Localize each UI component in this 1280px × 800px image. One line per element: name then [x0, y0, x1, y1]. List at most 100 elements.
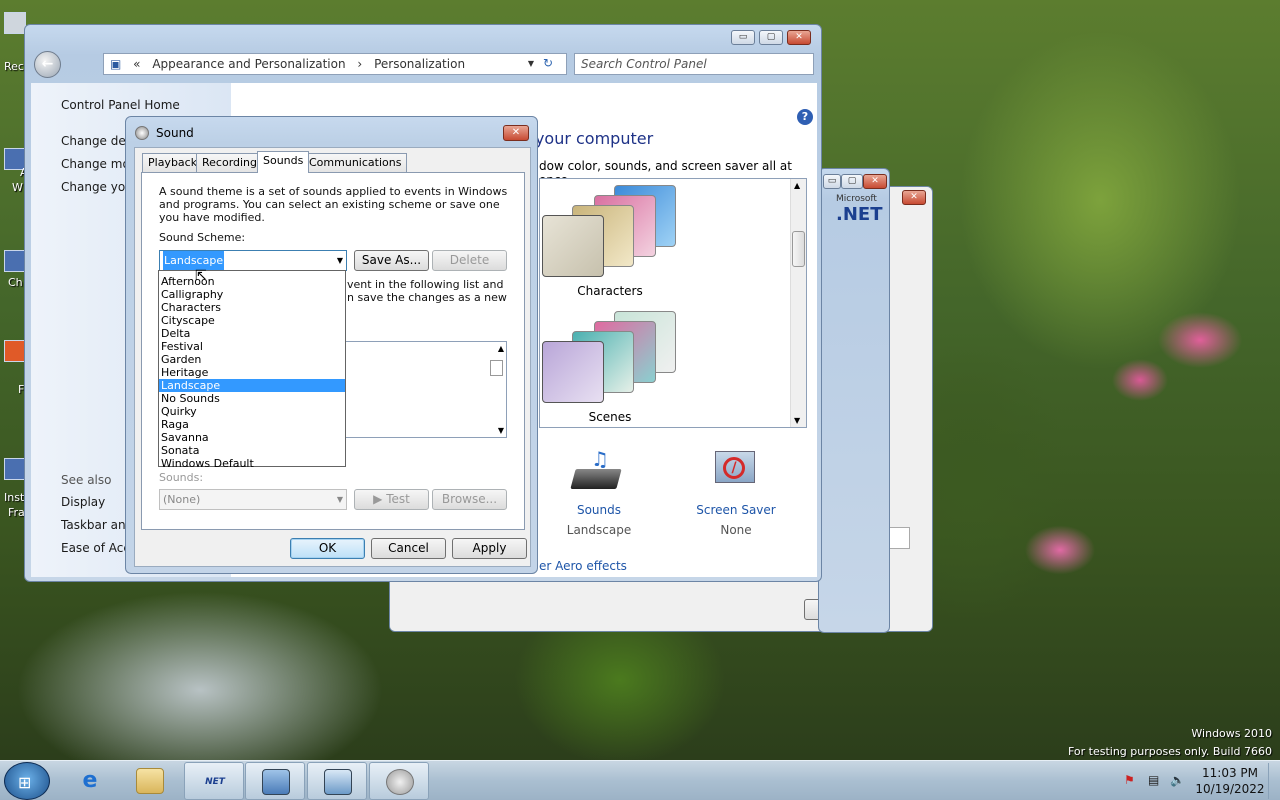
sound-scheme-select[interactable]: Landscape ▼	[159, 250, 347, 271]
list-item[interactable]: Windows Default	[159, 457, 345, 470]
sounds-value: Landscape	[566, 523, 632, 537]
desktop-icon-label: Ch	[8, 276, 23, 289]
close-icon[interactable]: ✕	[787, 30, 811, 45]
list-item-selected[interactable]: Landscape	[159, 379, 345, 392]
volume-icon[interactable]: 🔈	[1170, 773, 1185, 787]
list-item[interactable]: Quirky	[159, 405, 345, 418]
help-icon[interactable]: ?	[797, 109, 813, 125]
list-item[interactable]: Festival	[159, 340, 345, 353]
sidebar-link-home[interactable]: Control Panel Home	[61, 98, 180, 112]
system-clock[interactable]: 11:03 PM 10/19/2022	[1184, 765, 1276, 797]
close-icon[interactable]: ✕	[863, 174, 887, 189]
scrollbar-thumb[interactable]	[490, 360, 503, 376]
windows-logo-icon: ⊞	[18, 773, 32, 792]
start-button[interactable]: ⊞	[4, 762, 50, 800]
screen-saver-link[interactable]: Screen Saver	[691, 503, 781, 517]
chevron-down-icon[interactable]: ▼	[528, 54, 534, 74]
sound-file-value: (None)	[163, 493, 201, 506]
control-panel-icon	[324, 769, 352, 795]
sounds-label: Sounds:	[159, 471, 204, 484]
show-desktop-button[interactable]	[1268, 763, 1278, 799]
tab-communications[interactable]: Communications	[303, 153, 408, 172]
desktop-icon-label: Inst	[4, 491, 25, 504]
maximize-icon[interactable]: ▢	[759, 30, 783, 45]
tab-sounds[interactable]: Sounds	[257, 151, 310, 173]
breadcrumb-separator: «	[133, 57, 141, 71]
see-also-taskbar[interactable]: Taskbar and	[61, 518, 133, 532]
control-panel-icon: ▣	[110, 57, 122, 71]
taskbar-dotnet[interactable]: NET	[184, 762, 244, 800]
firefox-icon[interactable]	[4, 340, 26, 362]
sidebar-link-account-picture[interactable]: Change you	[61, 180, 133, 194]
theme-scrollbar[interactable]: ▲ ▼	[790, 179, 806, 427]
sound-file-select[interactable]: (None) ▼	[159, 489, 347, 510]
theme-name[interactable]: Characters	[540, 284, 680, 298]
browse-button[interactable]: Browse...	[432, 489, 507, 510]
address-bar[interactable]: ▣ « Appearance and Personalization › Per…	[103, 53, 567, 75]
screen-saver-icon[interactable]: /	[711, 447, 763, 499]
list-item[interactable]: Afternoon	[159, 275, 345, 288]
tab-recording[interactable]: Recording	[196, 153, 264, 172]
chevron-down-icon[interactable]: ▼	[337, 251, 343, 270]
minimize-icon[interactable]: ▭	[731, 30, 755, 45]
aero-effects-link[interactable]: er Aero effects	[539, 559, 627, 573]
installer-icon[interactable]	[4, 458, 26, 480]
back-arrow-icon[interactable]: ←	[34, 51, 61, 78]
theme-name[interactable]: Scenes	[540, 410, 680, 424]
cancel-button[interactable]: Cancel	[371, 538, 446, 559]
close-icon[interactable]: ✕	[503, 125, 529, 141]
list-item[interactable]: Cityscape	[159, 314, 345, 327]
scroll-down-icon[interactable]: ▼	[794, 416, 800, 425]
chevron-down-icon[interactable]: ▼	[337, 490, 343, 509]
refresh-icon[interactable]: ↻	[543, 56, 553, 70]
sounds-link[interactable]: Sounds	[559, 503, 639, 517]
list-item[interactable]: Calligraphy	[159, 288, 345, 301]
folder-icon	[136, 768, 164, 794]
network-icon[interactable]: ▤	[1148, 773, 1159, 787]
recycle-bin-icon[interactable]	[4, 12, 26, 34]
see-also-display[interactable]: Display	[61, 495, 105, 509]
ok-button[interactable]: OK	[290, 538, 365, 559]
breadcrumb-separator[interactable]: ›	[357, 57, 362, 71]
save-as-button[interactable]: Save As...	[354, 250, 429, 271]
list-item[interactable]: Heritage	[159, 366, 345, 379]
list-item[interactable]: No Sounds	[159, 392, 345, 405]
taskbar-explorer[interactable]	[120, 762, 180, 800]
test-button[interactable]: ▶ Test	[354, 489, 429, 510]
list-item[interactable]: Savanna	[159, 431, 345, 444]
scrollbar-thumb[interactable]	[792, 231, 805, 267]
theme-list[interactable]: Characters Scenes ▲ ▼	[539, 178, 807, 428]
list-item[interactable]: Raga	[159, 418, 345, 431]
search-input[interactable]: Search Control Panel	[574, 53, 814, 75]
scroll-down-icon[interactable]: ▼	[498, 426, 504, 435]
sound-scheme-label: Sound Scheme:	[159, 231, 246, 244]
taskbar-sound[interactable]	[369, 762, 429, 800]
sound-scheme-dropdown[interactable]: Afternoon Calligraphy Characters Citysca…	[158, 270, 346, 470]
mouse-cursor-icon: ⇱	[195, 268, 207, 284]
theme-item-scenes[interactable]	[542, 311, 676, 406]
shortcut-icon[interactable]	[4, 250, 26, 272]
list-item[interactable]: Characters	[159, 301, 345, 314]
taskbar-control-panel[interactable]	[307, 762, 367, 800]
list-item[interactable]: Garden	[159, 353, 345, 366]
monitor-icon	[262, 769, 290, 795]
intro-text: A sound theme is a set of sounds applied…	[159, 185, 508, 224]
taskbar-personalization[interactable]	[245, 762, 305, 800]
minimize-icon[interactable]: ▭	[823, 174, 841, 189]
apply-button[interactable]: Apply	[452, 538, 527, 559]
action-center-icon[interactable]: ⚑	[1124, 773, 1135, 787]
list-item[interactable]: Delta	[159, 327, 345, 340]
scroll-up-icon[interactable]: ▲	[498, 344, 504, 353]
taskbar-internet-explorer[interactable]: e	[60, 762, 120, 800]
tab-playback[interactable]: Playback	[142, 153, 204, 172]
instructions-text: n save the changes as a new	[347, 291, 507, 304]
breadcrumb-appearance[interactable]: Appearance and Personalization	[152, 57, 345, 71]
maximize-icon[interactable]: ▢	[841, 174, 863, 189]
scroll-up-icon[interactable]: ▲	[794, 181, 800, 190]
breadcrumb-personalization[interactable]: Personalization	[374, 57, 465, 71]
close-icon[interactable]: ✕	[902, 190, 926, 205]
list-item[interactable]: Sonata	[159, 444, 345, 457]
theme-item-characters[interactable]	[542, 185, 676, 280]
sounds-icon[interactable]: ♫	[570, 447, 625, 499]
delete-button[interactable]: Delete	[432, 250, 507, 271]
